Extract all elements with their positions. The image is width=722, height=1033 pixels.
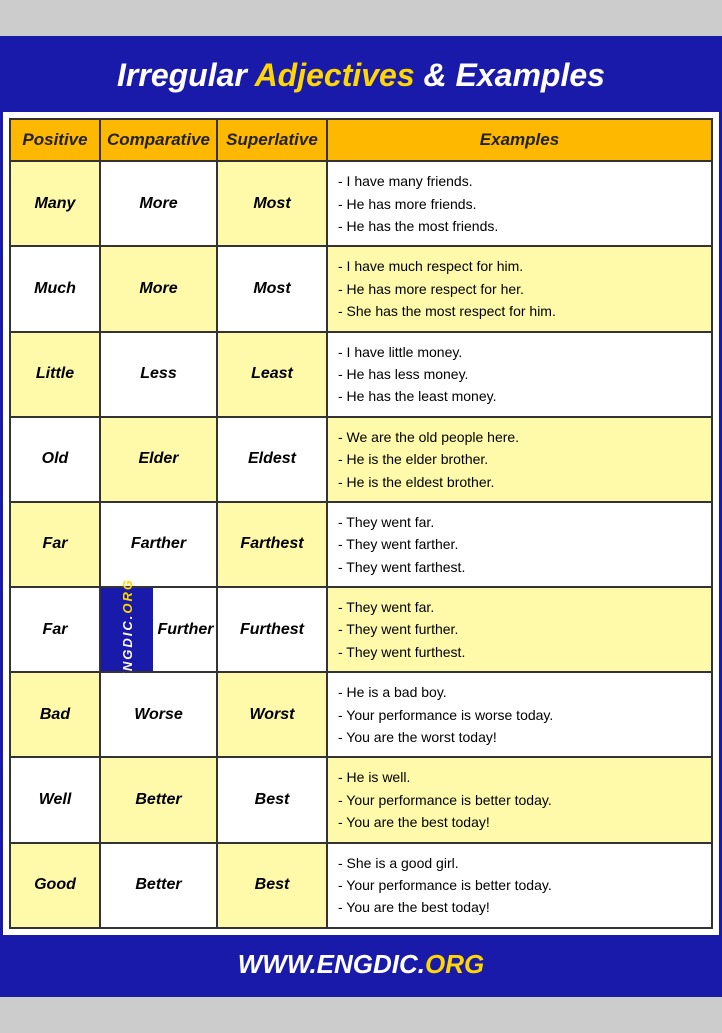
cell-examples: - He is a bad boy.- Your performance is … bbox=[327, 672, 712, 757]
title-prefix: Irregular bbox=[117, 57, 255, 93]
cell-comparative: More bbox=[100, 161, 217, 246]
title-highlight: Adjectives bbox=[255, 57, 415, 93]
cell-superlative: Best bbox=[217, 843, 327, 928]
footer-prefix: WWW.ENGDIC. bbox=[238, 949, 425, 979]
title-bar: Irregular Adjectives & Examples bbox=[3, 39, 719, 112]
cell-comparative: Less bbox=[100, 332, 217, 417]
cell-positive: Bad bbox=[10, 672, 100, 757]
table-row: BadWorseWorst- He is a bad boy.- Your pe… bbox=[10, 672, 712, 757]
cell-positive: Much bbox=[10, 246, 100, 331]
cell-positive: Many bbox=[10, 161, 100, 246]
header-positive: Positive bbox=[10, 119, 100, 161]
cell-examples: - I have much respect for him.- He has m… bbox=[327, 246, 712, 331]
cell-positive: Far bbox=[10, 587, 100, 672]
table-row: ManyMoreMost- I have many friends.- He h… bbox=[10, 161, 712, 246]
cell-examples: - I have many friends.- He has more frie… bbox=[327, 161, 712, 246]
table-row: OldElderEldest- We are the old people he… bbox=[10, 417, 712, 502]
adjectives-table: Positive Comparative Superlative Example… bbox=[9, 118, 713, 929]
cell-examples: - They went far.- They went farther.- Th… bbox=[327, 502, 712, 587]
footer-bar: WWW.ENGDIC.ORG bbox=[3, 935, 719, 994]
cell-superlative: Worst bbox=[217, 672, 327, 757]
table-row: GoodBetterBest- She is a good girl.- You… bbox=[10, 843, 712, 928]
cell-comparative: Worse bbox=[100, 672, 217, 757]
table-row: LittleLessLeast- I have little money.- H… bbox=[10, 332, 712, 417]
cell-positive: Good bbox=[10, 843, 100, 928]
page-title: Irregular Adjectives & Examples bbox=[23, 57, 699, 94]
cell-superlative: Furthest bbox=[217, 587, 327, 672]
header-comparative: Comparative bbox=[100, 119, 217, 161]
header-superlative: Superlative bbox=[217, 119, 327, 161]
table-header-row: Positive Comparative Superlative Example… bbox=[10, 119, 712, 161]
cell-positive: Old bbox=[10, 417, 100, 502]
cell-comparative: More bbox=[100, 246, 217, 331]
cell-positive: Far bbox=[10, 502, 100, 587]
cell-superlative: Eldest bbox=[217, 417, 327, 502]
cell-examples: - They went far.- They went further.- Th… bbox=[327, 587, 712, 672]
cell-superlative: Most bbox=[217, 246, 327, 331]
table-wrapper: Positive Comparative Superlative Example… bbox=[3, 112, 719, 935]
cell-superlative: Best bbox=[217, 757, 327, 842]
watermark-text: ENGDIC.ORG bbox=[120, 578, 135, 682]
cell-superlative: Least bbox=[217, 332, 327, 417]
cell-examples: - He is well.- Your performance is bette… bbox=[327, 757, 712, 842]
header-examples: Examples bbox=[327, 119, 712, 161]
table-row: FarFartherFarthest- They went far.- They… bbox=[10, 502, 712, 587]
table-row: FarENGDIC.ORGFurtherFurthest- They went … bbox=[10, 587, 712, 672]
cell-comparative: Elder bbox=[100, 417, 217, 502]
cell-examples: - She is a good girl.- Your performance … bbox=[327, 843, 712, 928]
cell-comparative: Better bbox=[100, 757, 217, 842]
cell-comparative: Farther bbox=[100, 502, 217, 587]
cell-superlative: Most bbox=[217, 161, 327, 246]
table-row: MuchMoreMost- I have much respect for hi… bbox=[10, 246, 712, 331]
title-suffix: & Examples bbox=[415, 57, 605, 93]
table-row: WellBetterBest- He is well.- Your perfor… bbox=[10, 757, 712, 842]
footer-text: WWW.ENGDIC.ORG bbox=[238, 949, 485, 979]
cell-examples: - We are the old people here.- He is the… bbox=[327, 417, 712, 502]
cell-superlative: Farthest bbox=[217, 502, 327, 587]
cell-examples: - I have little money.- He has less mone… bbox=[327, 332, 712, 417]
cell-comparative-watermark: ENGDIC.ORGFurther bbox=[100, 587, 217, 672]
cell-positive: Well bbox=[10, 757, 100, 842]
footer-suffix: ORG bbox=[425, 949, 484, 979]
cell-comparative: Better bbox=[100, 843, 217, 928]
card: Irregular Adjectives & Examples Positive… bbox=[0, 36, 722, 997]
watermark-overlay: ENGDIC.ORG bbox=[101, 588, 153, 671]
cell-positive: Little bbox=[10, 332, 100, 417]
